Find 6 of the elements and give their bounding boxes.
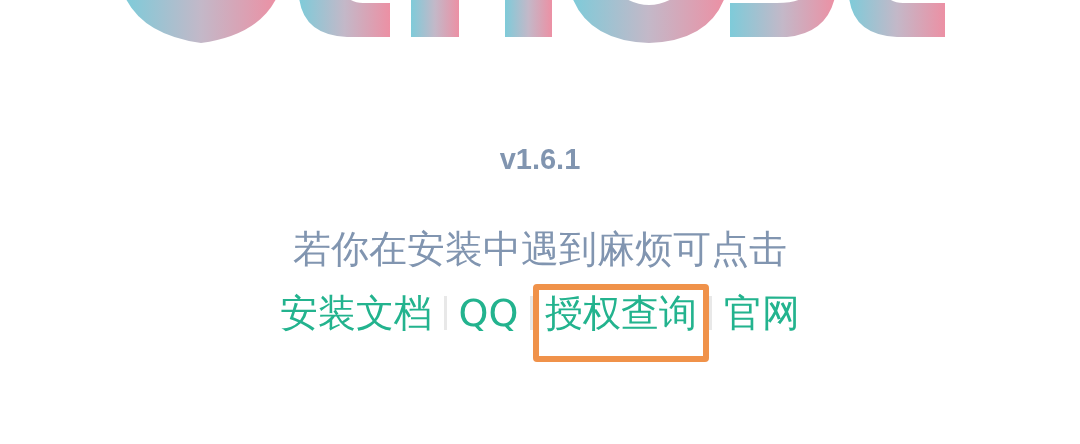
help-text: 若你在安装中遇到麻烦可点击 [293, 226, 787, 272]
version-label: v1.6.1 [499, 143, 581, 176]
link[interactable]: 安装文档 [267, 284, 444, 342]
link[interactable]: 授权查询 [533, 284, 710, 362]
link[interactable]: QQ [446, 284, 531, 342]
link[interactable]: 官网 [712, 284, 813, 342]
